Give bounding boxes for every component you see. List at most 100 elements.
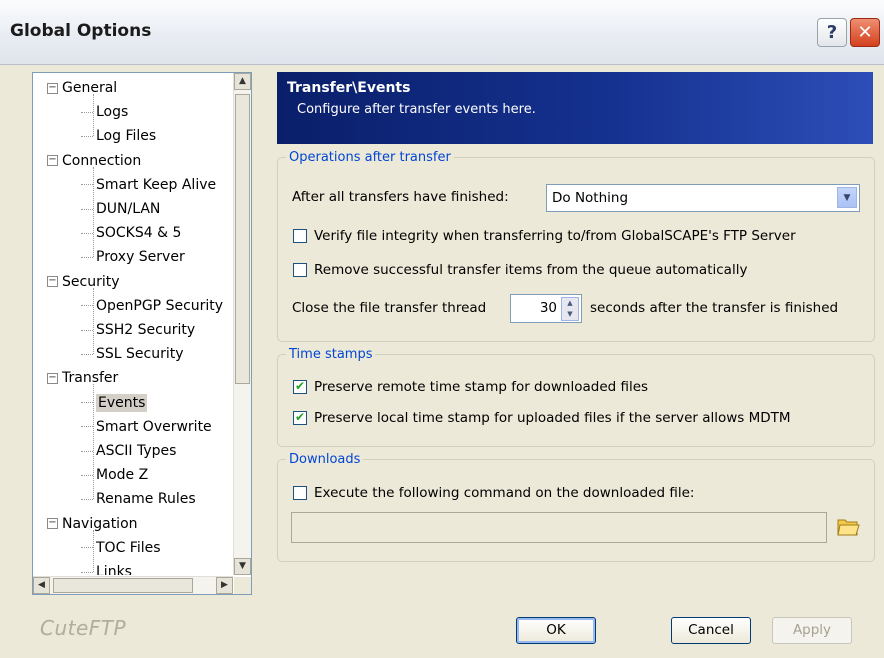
tree-vertical-scrollbar[interactable]: ▲ ▼ bbox=[233, 73, 251, 575]
tree-item-label: Navigation bbox=[62, 515, 138, 532]
tree-hscroll-thumb[interactable] bbox=[53, 578, 193, 593]
tree-connector bbox=[81, 135, 93, 137]
tree-connector bbox=[81, 329, 93, 331]
tree-connector bbox=[81, 353, 93, 355]
tree-connector bbox=[81, 402, 93, 404]
tree-guide-line bbox=[93, 384, 94, 500]
tree-item-label: OpenPGP Security bbox=[96, 297, 224, 314]
tree-connector bbox=[81, 208, 93, 210]
after-transfers-value: Do Nothing bbox=[552, 190, 629, 206]
tree-connector bbox=[81, 232, 93, 234]
tree-item-label: SSL Security bbox=[96, 346, 184, 363]
options-tree[interactable]: − General Logs Log Files − Connection Smart Ke… bbox=[32, 72, 252, 595]
execute-command-label[interactable]: Execute the following command on the dow… bbox=[314, 485, 695, 501]
preserve-local-checkbox[interactable]: ✔ bbox=[293, 411, 307, 425]
close-thread-stepper[interactable]: 30 ▲ ▼ bbox=[510, 294, 582, 323]
tree-item-label: Connection bbox=[62, 152, 142, 169]
tree-item[interactable]: SSH2 Security bbox=[81, 318, 195, 342]
scroll-left-arrow-icon[interactable]: ◀ bbox=[33, 577, 50, 594]
tree-horizontal-scrollbar[interactable]: ◀ ▶ bbox=[33, 576, 233, 594]
tree-guide-line bbox=[93, 287, 94, 355]
tree-guide-line bbox=[93, 94, 94, 137]
page-header: Transfer\Events Configure after transfer… bbox=[277, 72, 873, 144]
tree-connector bbox=[81, 547, 93, 549]
collapse-icon[interactable]: − bbox=[47, 82, 58, 94]
collapse-icon[interactable]: − bbox=[47, 155, 58, 167]
brand-logo: CuteFTP bbox=[40, 616, 127, 640]
tree-category[interactable]: − Connection bbox=[47, 149, 141, 173]
cancel-button[interactable]: Cancel bbox=[671, 617, 751, 644]
page-title: Transfer\Events bbox=[287, 80, 411, 96]
tree-item-label: Log Files bbox=[96, 128, 157, 145]
preserve-local-label[interactable]: Preserve local time stamp for uploaded f… bbox=[314, 410, 791, 426]
preserve-remote-label[interactable]: Preserve remote time stamp for downloade… bbox=[314, 379, 648, 395]
tree-connector bbox=[81, 305, 93, 307]
tree-item-label: Smart Overwrite bbox=[96, 418, 212, 435]
collapse-icon[interactable]: − bbox=[47, 372, 58, 384]
tree-guide-line bbox=[93, 529, 94, 572]
window-title: Global Options bbox=[10, 21, 152, 41]
tree-item[interactable]: Rename Rules bbox=[81, 487, 196, 511]
close-thread-suffix: seconds after the transfer is finished bbox=[590, 300, 839, 316]
after-transfers-select[interactable]: Do Nothing ▼ bbox=[546, 184, 860, 212]
scroll-down-arrow-icon[interactable]: ▼ bbox=[234, 558, 251, 575]
timestamps-group: Time stamps bbox=[277, 347, 875, 447]
tree-item-label: SOCKS4 & 5 bbox=[96, 225, 182, 242]
tree-item[interactable]: OpenPGP Security bbox=[81, 294, 223, 318]
tree-item-label: Links bbox=[96, 564, 132, 575]
close-button[interactable]: ✕ bbox=[850, 18, 880, 47]
execute-command-checkbox[interactable] bbox=[293, 486, 307, 500]
tree-category[interactable]: − General bbox=[47, 76, 117, 100]
tree-item[interactable]: Smart Overwrite bbox=[81, 415, 212, 439]
command-input[interactable] bbox=[291, 512, 827, 543]
tree-item[interactable]: SOCKS4 & 5 bbox=[81, 221, 181, 245]
verify-integrity-checkbox[interactable] bbox=[293, 229, 307, 243]
title-bar: Global Options ? ✕ bbox=[0, 0, 884, 65]
tree-item[interactable]: ASCII Types bbox=[81, 439, 176, 463]
tree-guide-line bbox=[93, 166, 94, 258]
tree-item-label: ASCII Types bbox=[96, 443, 177, 459]
tree-item-label: General bbox=[62, 80, 118, 96]
tree-connector bbox=[81, 256, 93, 258]
tree-item-label: Smart Keep Alive bbox=[96, 176, 217, 193]
apply-button[interactable]: Apply bbox=[772, 617, 852, 644]
tree-connector bbox=[81, 498, 93, 500]
scroll-up-arrow-icon[interactable]: ▲ bbox=[234, 73, 251, 90]
tree-connector bbox=[81, 426, 93, 428]
tree-item[interactable]: Proxy Server bbox=[81, 245, 185, 269]
help-button[interactable]: ? bbox=[817, 18, 847, 47]
close-thread-label: Close the file transfer thread bbox=[292, 300, 487, 316]
tree-item-label: TOC Files bbox=[96, 539, 161, 556]
tree-scroll-thumb[interactable] bbox=[235, 94, 250, 384]
tree-rows: − General Logs Log Files − Connection Smart Ke… bbox=[33, 73, 233, 575]
preserve-remote-checkbox[interactable]: ✔ bbox=[293, 380, 307, 394]
operations-legend: Operations after transfer bbox=[289, 150, 451, 165]
scroll-right-arrow-icon[interactable]: ▶ bbox=[216, 577, 233, 594]
remove-items-checkbox[interactable] bbox=[293, 263, 307, 277]
tree-item[interactable]: Links bbox=[81, 560, 132, 575]
tree-connector bbox=[81, 474, 93, 476]
tree-category[interactable]: − Transfer bbox=[47, 366, 118, 390]
tree-item[interactable]: Smart Keep Alive bbox=[81, 173, 216, 197]
tree-item-label: Rename Rules bbox=[96, 491, 196, 508]
tree-item-label: Events bbox=[96, 393, 148, 412]
tree-item[interactable]: Mode Z bbox=[81, 463, 148, 487]
ok-button[interactable]: OK bbox=[516, 617, 596, 644]
remove-items-label[interactable]: Remove successful transfer items from th… bbox=[314, 262, 747, 278]
tree-connector bbox=[81, 571, 93, 573]
chevron-down-icon[interactable]: ▼ bbox=[837, 187, 857, 208]
tree-item[interactable]: SSL Security bbox=[81, 342, 184, 366]
collapse-icon[interactable]: − bbox=[47, 276, 58, 288]
tree-item-label: Transfer bbox=[62, 370, 119, 387]
spin-arrows-icon[interactable]: ▲ ▼ bbox=[561, 297, 579, 321]
tree-item-label: DUN/LAN bbox=[96, 201, 161, 217]
after-transfers-label: After all transfers have finished: bbox=[292, 189, 509, 205]
collapse-icon[interactable]: − bbox=[47, 518, 58, 530]
tree-category[interactable]: − Security bbox=[47, 270, 120, 294]
tree-item[interactable]: Logs bbox=[81, 100, 128, 124]
verify-integrity-label[interactable]: Verify file integrity when transferring … bbox=[314, 228, 796, 244]
timestamps-legend: Time stamps bbox=[289, 347, 373, 362]
tree-item[interactable]: Events bbox=[81, 391, 148, 415]
tree-connector bbox=[81, 111, 93, 113]
open-folder-icon[interactable] bbox=[836, 515, 860, 537]
